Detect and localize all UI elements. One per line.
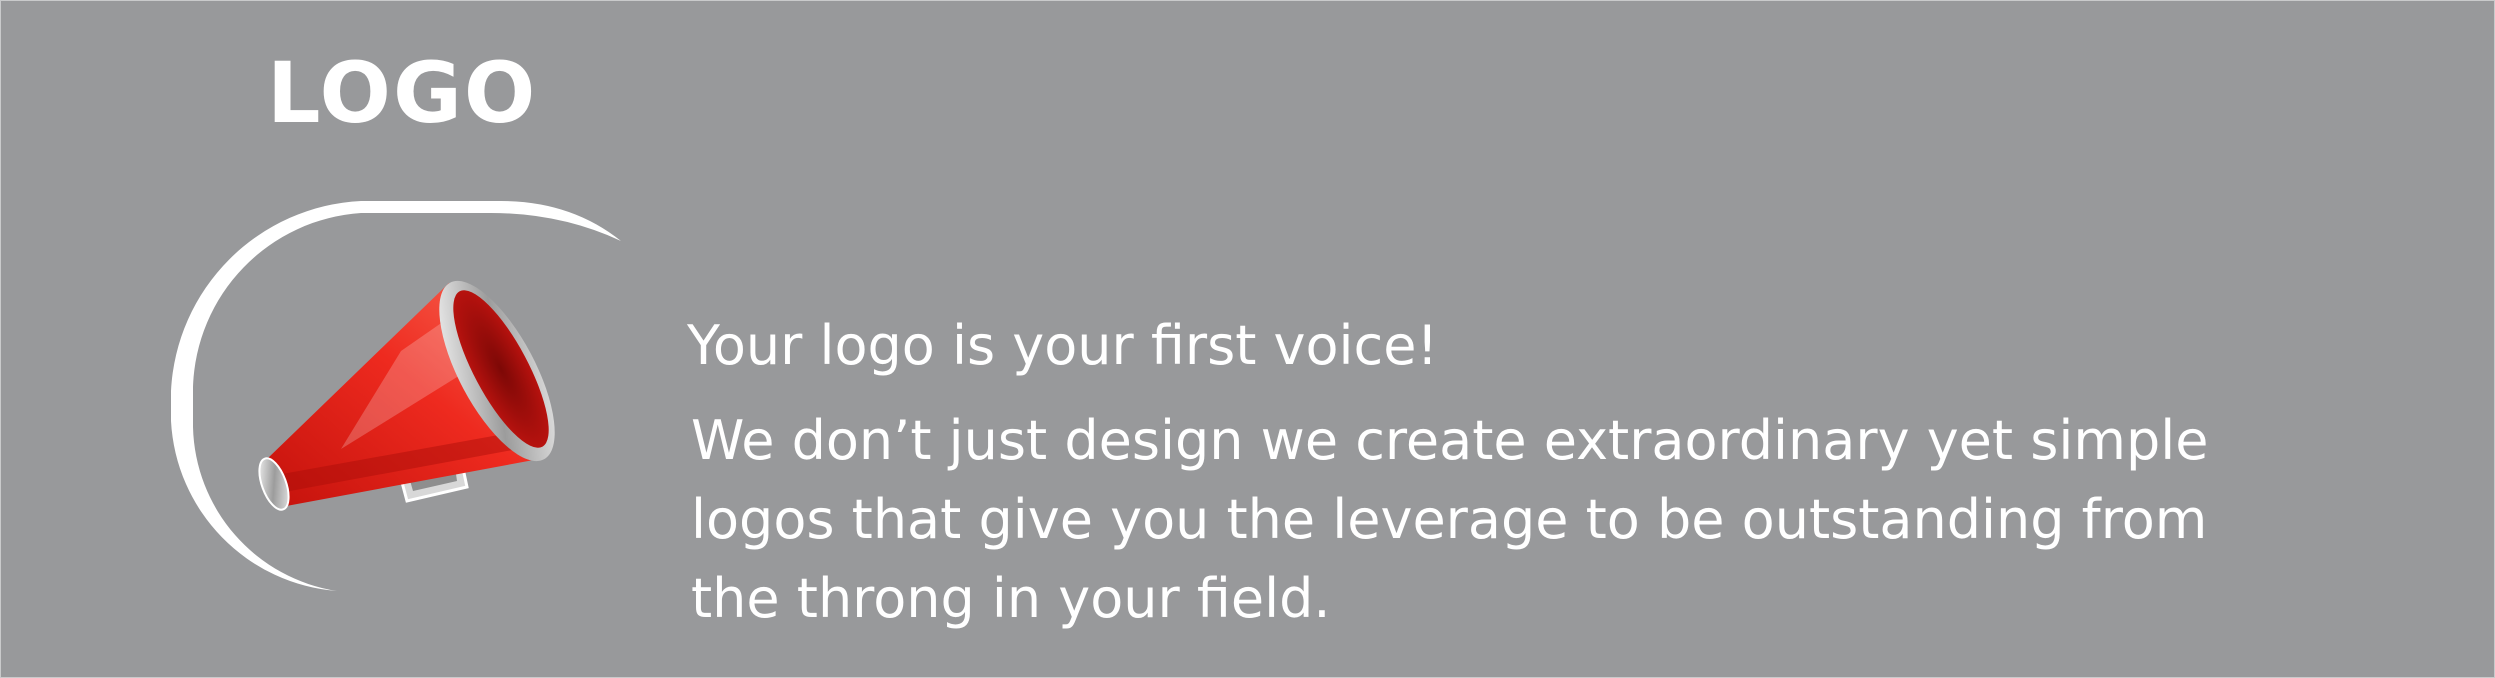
logo-text: LOGO [267, 44, 538, 142]
headline: Your logo is your first voice! [687, 314, 1439, 377]
megaphone-icon [258, 280, 555, 511]
body-copy: We don’t just design we create extraordi… [691, 409, 2209, 630]
megaphone-emblem [171, 201, 621, 591]
banner: LOGO Your logo is your first voice! We d… [0, 0, 2495, 678]
